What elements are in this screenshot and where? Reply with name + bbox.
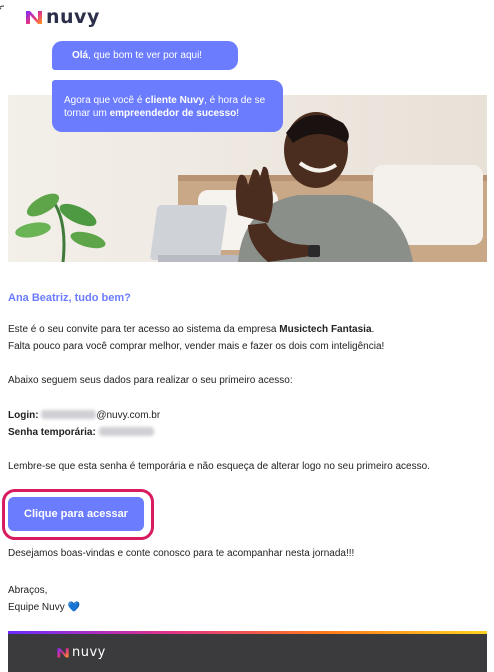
- credentials-intro: Abaixo seguem seus dados para realizar o…: [8, 375, 293, 386]
- invite-prefix: Este é o seu convite para ter acesso ao …: [8, 324, 280, 335]
- email-body: Ana Beatriz, tudo bem? Este é o seu conv…: [8, 292, 488, 475]
- bubble-welcome-part1: Agora que você é: [64, 95, 146, 106]
- login-redacted: [41, 410, 97, 419]
- closing-text: Abraços,: [8, 585, 48, 596]
- bubble-greeting-text: , que bom te ver por aqui!: [88, 50, 203, 61]
- nuvy-logo-icon: [26, 11, 42, 24]
- email-footer: nuvy: [8, 631, 487, 672]
- credentials: Login: @nuvy.com.br Senha temporária:: [8, 407, 488, 441]
- login-row: Login: @nuvy.com.br: [8, 407, 488, 424]
- invite-line2: Falta pouco para você comprar melhor, ve…: [8, 341, 385, 352]
- signature-row: Equipe Nuvy 💙: [8, 599, 80, 616]
- footer-brand-name: nuvy: [72, 645, 106, 660]
- login-domain: @nuvy.com.br: [96, 410, 161, 421]
- heart-icon: 💙: [67, 602, 80, 613]
- bubble-welcome-bold1: cliente Nuvy: [145, 95, 205, 106]
- welcome-text: Desejamos boas-vindas e conte conosco pa…: [8, 548, 355, 559]
- company-name: Musictech Fantasia: [279, 324, 372, 335]
- access-button[interactable]: Clique para acessar: [8, 497, 144, 531]
- email-header: nuvy: [0, 0, 494, 34]
- invite-paragraph: Este é o seu convite para ter acesso ao …: [8, 321, 488, 355]
- footer-logo: nuvy: [56, 645, 106, 660]
- nuvy-footer-logo-icon: [57, 648, 69, 658]
- password-row: Senha temporária:: [8, 424, 488, 441]
- login-label: Login:: [8, 410, 39, 421]
- invite-suffix: .: [371, 324, 375, 335]
- chat-bubble-welcome: Agora que você é cliente Nuvy, é hora de…: [52, 80, 283, 132]
- bubble-welcome-part3: !: [236, 108, 240, 119]
- reminder-text: Lembre-se que esta senha é temporária e …: [8, 461, 430, 472]
- greeting: Ana Beatriz, tudo bem?: [8, 292, 131, 304]
- signature: Equipe Nuvy: [8, 602, 65, 613]
- bubble-welcome-bold2: empreendedor de sucesso: [109, 108, 237, 119]
- password-redacted: [98, 427, 154, 436]
- bubble-greeting-bold: Olá: [72, 50, 89, 61]
- password-label: Senha temporária:: [8, 427, 96, 438]
- back-arrow-icon[interactable]: [0, 4, 8, 18]
- brand-name: nuvy: [46, 6, 100, 28]
- nuvy-logo: nuvy: [24, 6, 100, 28]
- chat-bubble-greeting: Olá, que bom te ver por aqui!: [52, 41, 238, 70]
- footer-gradient-stripe: [8, 631, 487, 634]
